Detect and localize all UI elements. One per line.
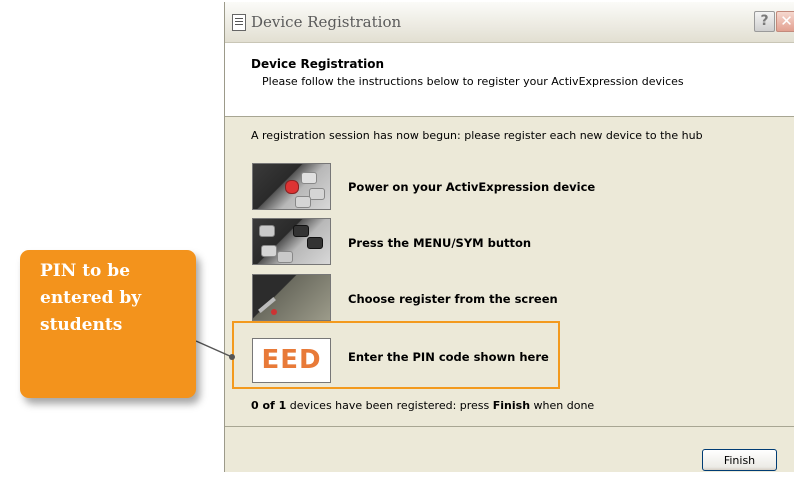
registration-status: 0 of 1 devices have been registered: pre…	[251, 399, 594, 412]
menu-sym-button-photo-icon	[252, 218, 331, 265]
dialog-footer: Finish	[225, 426, 794, 473]
close-button[interactable]: ✕	[776, 11, 794, 32]
device-registration-dialog: Device Registration ? ✕ Device Registrat…	[224, 2, 794, 472]
callout-text: PIN to be entered by students	[40, 261, 142, 335]
step-1-label: Power on your ActivExpression device	[348, 180, 596, 194]
status-finish-word: Finish	[492, 399, 531, 412]
finish-button[interactable]: Finish	[702, 449, 777, 471]
header-title: Device Registration	[251, 57, 385, 71]
status-middle-text: devices have been registered: press	[286, 399, 493, 412]
device-screen-photo-icon	[252, 274, 331, 321]
header-subtitle: Please follow the instructions below to …	[262, 75, 684, 88]
step-3-label: Choose register from the screen	[348, 292, 558, 306]
step-2-label: Press the MENU/SYM button	[348, 236, 532, 250]
window-title: Device Registration	[251, 13, 402, 31]
pin-highlight-frame	[232, 321, 560, 389]
help-button[interactable]: ?	[754, 11, 775, 32]
intro-text: A registration session has now begun: pl…	[251, 129, 703, 142]
power-button-photo-icon	[252, 163, 331, 210]
status-end-text: when done	[530, 399, 595, 412]
title-bar[interactable]: Device Registration ? ✕	[225, 2, 794, 43]
registered-count: 0 of 1	[251, 399, 287, 412]
document-icon	[232, 14, 246, 31]
annotation-callout: PIN to be entered by students	[20, 250, 196, 398]
dialog-header: Device Registration Please follow the in…	[225, 43, 794, 117]
